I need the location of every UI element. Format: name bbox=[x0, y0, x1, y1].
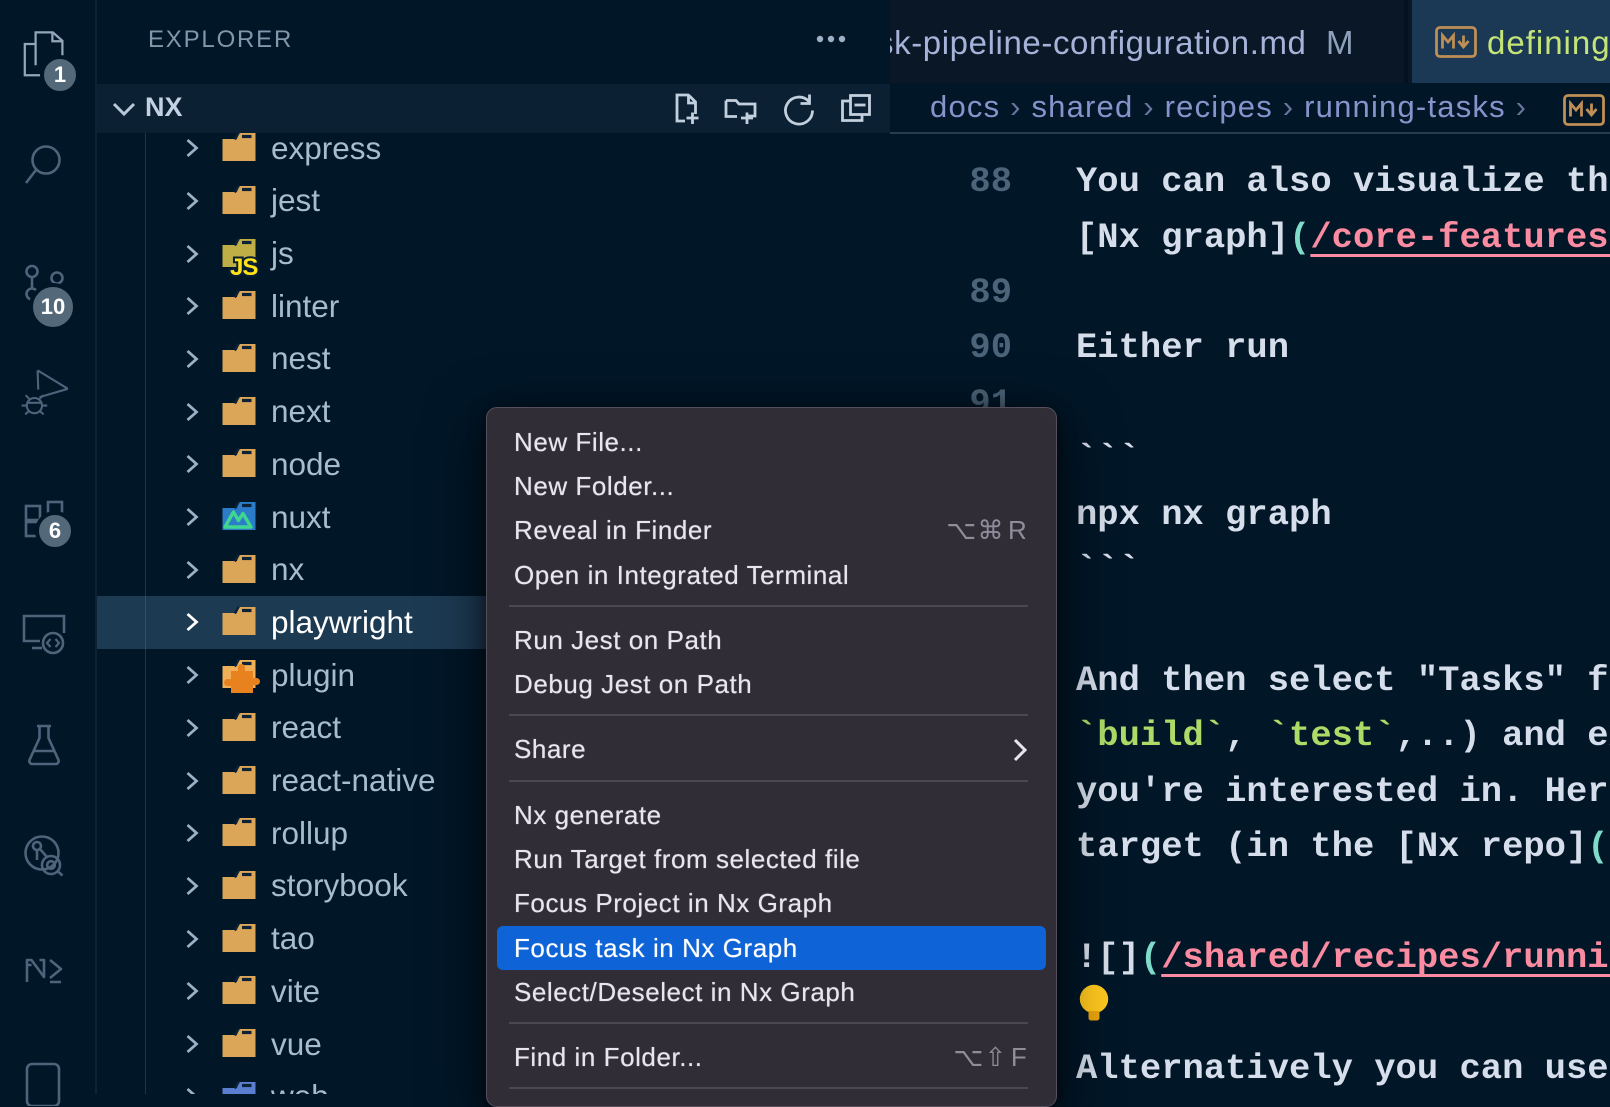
svg-text:JS: JS bbox=[230, 254, 258, 281]
